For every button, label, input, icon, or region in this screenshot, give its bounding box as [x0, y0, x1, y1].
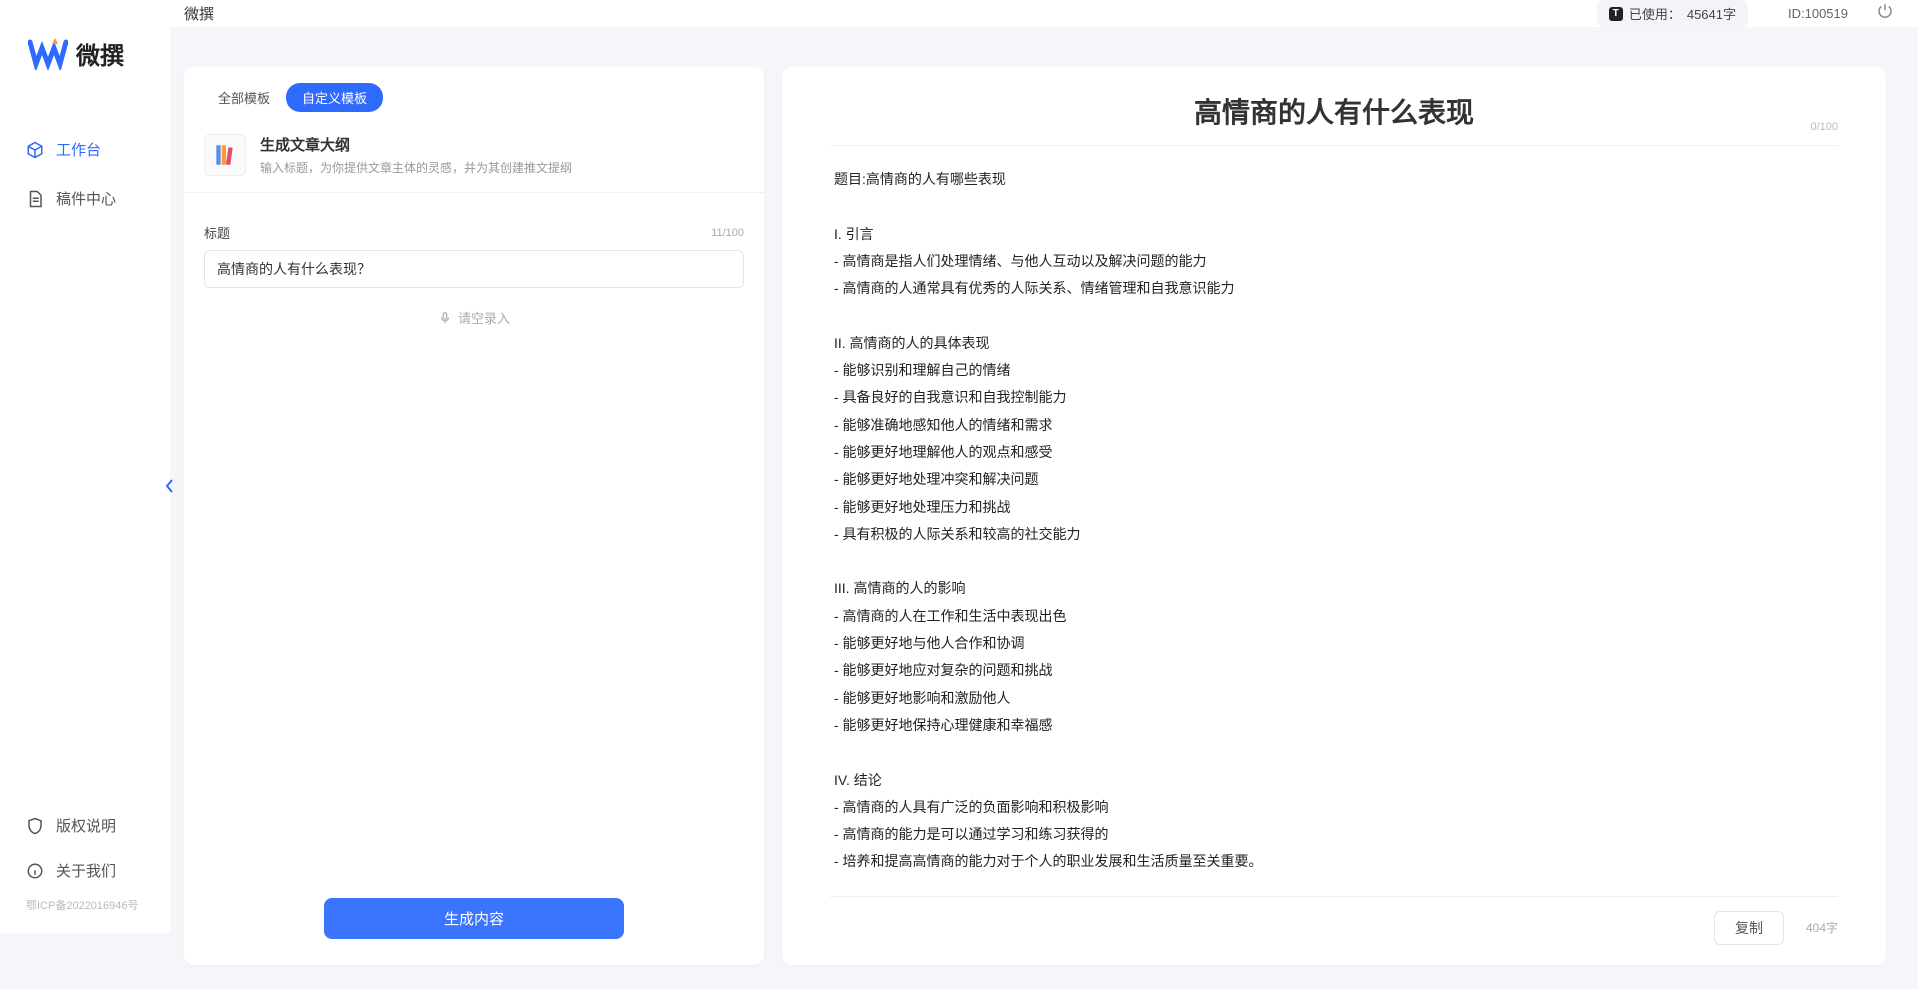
- page-title: 微撰: [184, 3, 214, 24]
- template-icon: [204, 134, 246, 176]
- form-section: 标题 11/100 请空录入: [184, 192, 764, 347]
- output-footer: 复制 404字: [830, 896, 1838, 945]
- output-header-counter: 0/100: [1810, 121, 1838, 133]
- nav-label: 工作台: [56, 139, 101, 160]
- title-input[interactable]: [204, 250, 744, 288]
- main: 微撰 T 已使用： 45641字 ID:100519 全部模板 自定义模板: [170, 0, 1918, 933]
- app-root: 微撰 工作台 稿件中心 版权说明 关于我们 鄂ICP备2022016946号: [0, 0, 1918, 933]
- power-icon: [1876, 2, 1894, 20]
- nav-item-copyright[interactable]: 版权说明: [0, 807, 170, 844]
- word-count: 404字: [1806, 919, 1838, 936]
- output-body[interactable]: 题目:高情商的人有哪些表现 I. 引言 - 高情商是指人们处理情绪、与他人互动以…: [830, 146, 1838, 896]
- books-icon: [212, 142, 238, 168]
- label-row: 标题 11/100: [204, 223, 744, 242]
- user-id: ID:100519: [1788, 6, 1848, 21]
- chevron-left-icon: [164, 472, 176, 500]
- nav-item-about[interactable]: 关于我们: [0, 852, 170, 889]
- shield-icon: [26, 817, 44, 835]
- microphone-icon: [438, 311, 452, 325]
- usage-value: 45641字: [1687, 4, 1736, 23]
- copy-button[interactable]: 复制: [1714, 911, 1784, 945]
- topbar: 微撰 T 已使用： 45641字 ID:100519: [170, 0, 1918, 27]
- voice-hint: 请空录入: [458, 308, 510, 327]
- usage-pill[interactable]: T 已使用： 45641字: [1597, 0, 1748, 27]
- tab-custom-template[interactable]: 自定义模板: [286, 83, 383, 112]
- title-label: 标题: [204, 223, 230, 242]
- char-counter: 11/100: [711, 227, 744, 239]
- output-header: 高情商的人有什么表现 0/100: [830, 91, 1838, 146]
- right-panel: 高情商的人有什么表现 0/100 题目:高情商的人有哪些表现 I. 引言 - 高…: [782, 67, 1886, 965]
- nav-item-workspace[interactable]: 工作台: [0, 131, 170, 168]
- tab-all-templates[interactable]: 全部模板: [202, 83, 286, 112]
- voice-input-button[interactable]: 请空录入: [204, 288, 744, 347]
- icp-text: 鄂ICP备2022016946号: [0, 897, 170, 921]
- document-icon: [26, 190, 44, 208]
- nav-label: 版权说明: [56, 815, 116, 836]
- output-title: 高情商的人有什么表现: [1194, 91, 1474, 131]
- content: 全部模板 自定义模板 生成文章大纲 输入标题，为你提供文章主体的灵感，并为其创建…: [170, 27, 1918, 989]
- template-title: 生成文章大纲: [260, 134, 572, 155]
- power-button[interactable]: [1876, 2, 1894, 25]
- sidebar-bottom: 版权说明 关于我们 鄂ICP备2022016946号: [0, 807, 170, 933]
- template-desc: 输入标题，为你提供文章主体的灵感，并为其创建推文提纲: [260, 159, 572, 176]
- template-info: 生成文章大纲 输入标题，为你提供文章主体的灵感，并为其创建推文提纲: [260, 134, 572, 176]
- logo-icon: [28, 38, 68, 70]
- info-icon: [26, 862, 44, 880]
- usage-badge-icon: T: [1609, 7, 1623, 21]
- nav: 工作台 稿件中心: [0, 91, 170, 229]
- cube-icon: [26, 141, 44, 159]
- collapse-handle[interactable]: [164, 472, 176, 500]
- usage-prefix: 已使用：: [1629, 4, 1681, 23]
- tabs: 全部模板 自定义模板: [184, 83, 764, 112]
- nav-label: 关于我们: [56, 860, 116, 881]
- logo: 微撰: [0, 0, 170, 91]
- nav-item-drafts[interactable]: 稿件中心: [0, 180, 170, 217]
- nav-label: 稿件中心: [56, 188, 116, 209]
- left-panel: 全部模板 自定义模板 生成文章大纲 输入标题，为你提供文章主体的灵感，并为其创建…: [184, 67, 764, 965]
- sidebar: 微撰 工作台 稿件中心 版权说明 关于我们 鄂ICP备2022016946号: [0, 0, 170, 933]
- template-card: 生成文章大纲 输入标题，为你提供文章主体的灵感，并为其创建推文提纲: [184, 128, 764, 192]
- logo-text: 微撰: [76, 36, 124, 71]
